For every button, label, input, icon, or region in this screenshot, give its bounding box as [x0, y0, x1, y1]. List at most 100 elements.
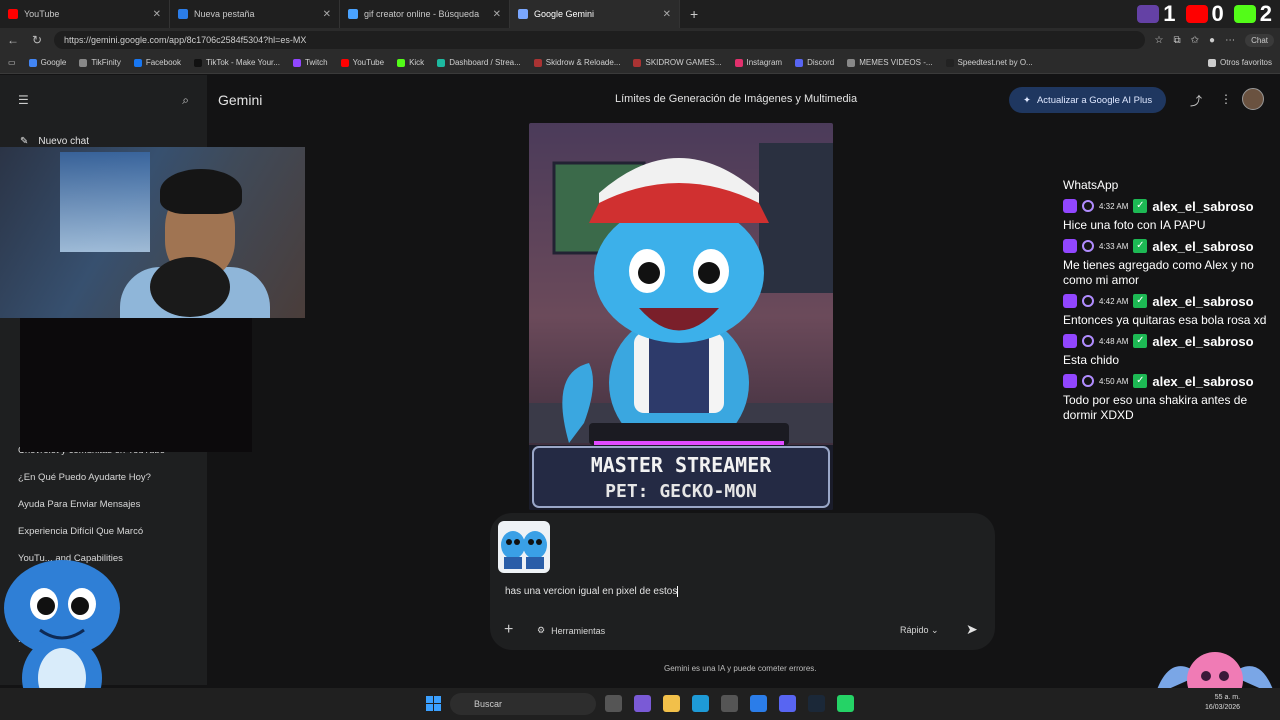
chat-message-header: 4:42 AM ✓ alex_el_sabroso [1063, 293, 1278, 309]
taskbar-apps [605, 695, 854, 712]
bookmark-item[interactable]: Kick [397, 58, 424, 67]
bookmark-item[interactable]: SKIDROW GAMES... [633, 58, 722, 67]
bookmark-item[interactable]: TikTok - Make Your... [193, 58, 280, 67]
bookmark-item[interactable]: Speedtest.net by O... [945, 58, 1033, 67]
attached-image-thumbnail[interactable] [498, 521, 550, 573]
taskbar-clock[interactable]: 55 a. m. 16/03/2026 [1205, 693, 1240, 713]
search-icon[interactable]: ⌕ [182, 93, 189, 108]
bookmark-item[interactable]: Google [28, 58, 66, 67]
url-text: https://gemini.google.com/app/8c1706c258… [64, 35, 307, 45]
bookmarks-menu-icon[interactable]: ▭ [8, 58, 16, 67]
edit-icon: ✎ [20, 136, 29, 147]
add-attachment-button[interactable]: + [504, 621, 513, 639]
bookmark-item[interactable]: Discord [795, 58, 834, 67]
twitch-icon [1063, 239, 1077, 253]
url-field[interactable]: https://gemini.google.com/app/8c1706c258… [54, 31, 1145, 49]
image-caption-line1: MASTER STREAMER [591, 453, 773, 477]
hamburger-menu-icon[interactable]: ☰ [18, 93, 29, 107]
bookmark-item[interactable]: Skidrow & Reloade... [533, 58, 620, 67]
instagram-icon [734, 58, 743, 67]
file-explorer-icon[interactable] [663, 695, 680, 712]
chat-message-header: 4:48 AM ✓ alex_el_sabroso [1063, 333, 1278, 349]
chat-button[interactable]: Chat [1245, 33, 1274, 47]
gemini-icon [518, 9, 528, 19]
back-icon[interactable]: ← [6, 33, 20, 47]
upgrade-button[interactable]: ✦ Actualizar a Google AI Plus [1009, 87, 1167, 113]
new-chat-button[interactable]: ✎ Nuevo chat [20, 136, 89, 147]
bookmarks-bar: ▭ Google TikFinity Facebook TikTok - Mak… [0, 52, 1280, 74]
kick-icon [397, 58, 406, 67]
whatsapp-icon[interactable] [837, 695, 854, 712]
send-button[interactable]: ➤ [966, 621, 978, 638]
extensions-icon[interactable]: ⧉ [1174, 35, 1181, 46]
gemini-header: Gemini Límites de Generación de Imágenes… [207, 75, 1280, 125]
bookmark-item[interactable]: Twitch [292, 58, 328, 67]
person-icon [1082, 240, 1094, 252]
tab-label: gif creator online - Búsqueda [364, 9, 480, 19]
page-icon [178, 9, 188, 19]
tab-gemini[interactable]: Google Gemini ✕ [510, 0, 680, 28]
sidebar-item-recent-chat[interactable]: Ayuda Para Enviar Mensajes [18, 499, 165, 512]
edge-icon[interactable] [692, 695, 709, 712]
reload-icon[interactable]: ↻ [30, 33, 44, 47]
more-options-icon[interactable]: ⋮ [1220, 92, 1232, 109]
model-mode-selector[interactable]: Rápido ⌄ [900, 625, 939, 636]
widgets-icon[interactable] [634, 695, 651, 712]
bookmark-item[interactable]: Dashboard / Strea... [437, 58, 521, 67]
bookmark-label: Facebook [145, 58, 181, 67]
tab-youtube[interactable]: YouTube ✕ [0, 0, 170, 28]
bookmark-label: Discord [807, 58, 835, 67]
gecko-mascot-illustration: MASTER STREAMER PET: GECKO-MON [529, 123, 833, 510]
new-tab-button[interactable]: + [690, 6, 698, 22]
tab-label: YouTube [24, 9, 60, 19]
tools-button[interactable]: ⚙ Herramientas [537, 625, 605, 636]
gemini-brand[interactable]: Gemini [218, 92, 262, 108]
menu-icon[interactable]: ⋯ [1225, 35, 1235, 46]
prompt-input[interactable]: has una vercion igual en pixel de estos [505, 586, 679, 598]
close-icon[interactable]: ✕ [153, 9, 161, 20]
bookmark-item[interactable]: YouTube [340, 58, 384, 67]
verified-check-icon: ✓ [1133, 294, 1148, 308]
prompt-text: has una vercion igual en pixel de estos [505, 586, 678, 598]
video-preview-overlay [20, 318, 252, 452]
streamer-hair [160, 169, 242, 214]
bookmark-item[interactable]: TikFinity [79, 58, 121, 67]
tab-search[interactable]: gif creator online - Búsqueda ✕ [340, 0, 510, 28]
mail-icon[interactable] [750, 695, 767, 712]
taskbar-search-input[interactable]: Buscar [450, 693, 596, 715]
favorites-icon[interactable]: ✩ [1191, 35, 1199, 46]
bookmark-item[interactable]: MEMES VIDEOS -... [847, 58, 933, 67]
bookmark-item[interactable]: Instagram [734, 58, 782, 67]
chat-username: alex_el_sabroso [1152, 293, 1254, 309]
bookmark-item[interactable]: Facebook [133, 58, 181, 67]
profile-icon[interactable]: ● [1209, 35, 1215, 46]
chat-message-text: Todo por eso una shakira antes de dormir… [1063, 393, 1248, 422]
other-bookmarks[interactable]: Otros favoritos [1207, 58, 1272, 67]
close-icon[interactable]: ✕ [493, 9, 501, 20]
address-bar: ← ↻ https://gemini.google.com/app/8c1706… [0, 28, 1280, 52]
close-icon[interactable]: ✕ [323, 9, 331, 20]
share-icon[interactable]: ⤴ [1190, 92, 1202, 109]
tab-new[interactable]: Nueva pestaña ✕ [170, 0, 340, 28]
close-icon[interactable]: ✕ [663, 9, 671, 20]
avatar[interactable] [1242, 88, 1264, 110]
generated-image[interactable]: MASTER STREAMER PET: GECKO-MON [529, 123, 833, 510]
chat-message-text: Hice una foto con IA PAPU [1063, 218, 1206, 232]
task-view-icon[interactable] [605, 695, 622, 712]
bookmark-label: MEMES VIDEOS -... [859, 58, 933, 67]
store-icon[interactable] [721, 695, 738, 712]
steam-icon[interactable] [808, 695, 825, 712]
bookmark-label: Dashboard / Strea... [449, 58, 521, 67]
youtube-counter: 0 [1185, 1, 1224, 27]
twitch-icon [1063, 374, 1077, 388]
discord-icon[interactable] [779, 695, 796, 712]
chat-timestamp: 4:42 AM [1099, 296, 1129, 306]
youtube-count: 0 [1211, 1, 1224, 26]
bookmark-label: TikFinity [91, 58, 121, 67]
sidebar-item-recent-chat[interactable]: ¿En Qué Puedo Ayudarte Hoy? [18, 472, 165, 485]
bookmark-label: Otros favoritos [1219, 58, 1272, 67]
windows-start-icon[interactable] [426, 696, 441, 711]
attached-gecko-image [501, 531, 547, 569]
kick-icon [1233, 5, 1256, 23]
star-icon[interactable]: ☆ [1155, 35, 1164, 46]
